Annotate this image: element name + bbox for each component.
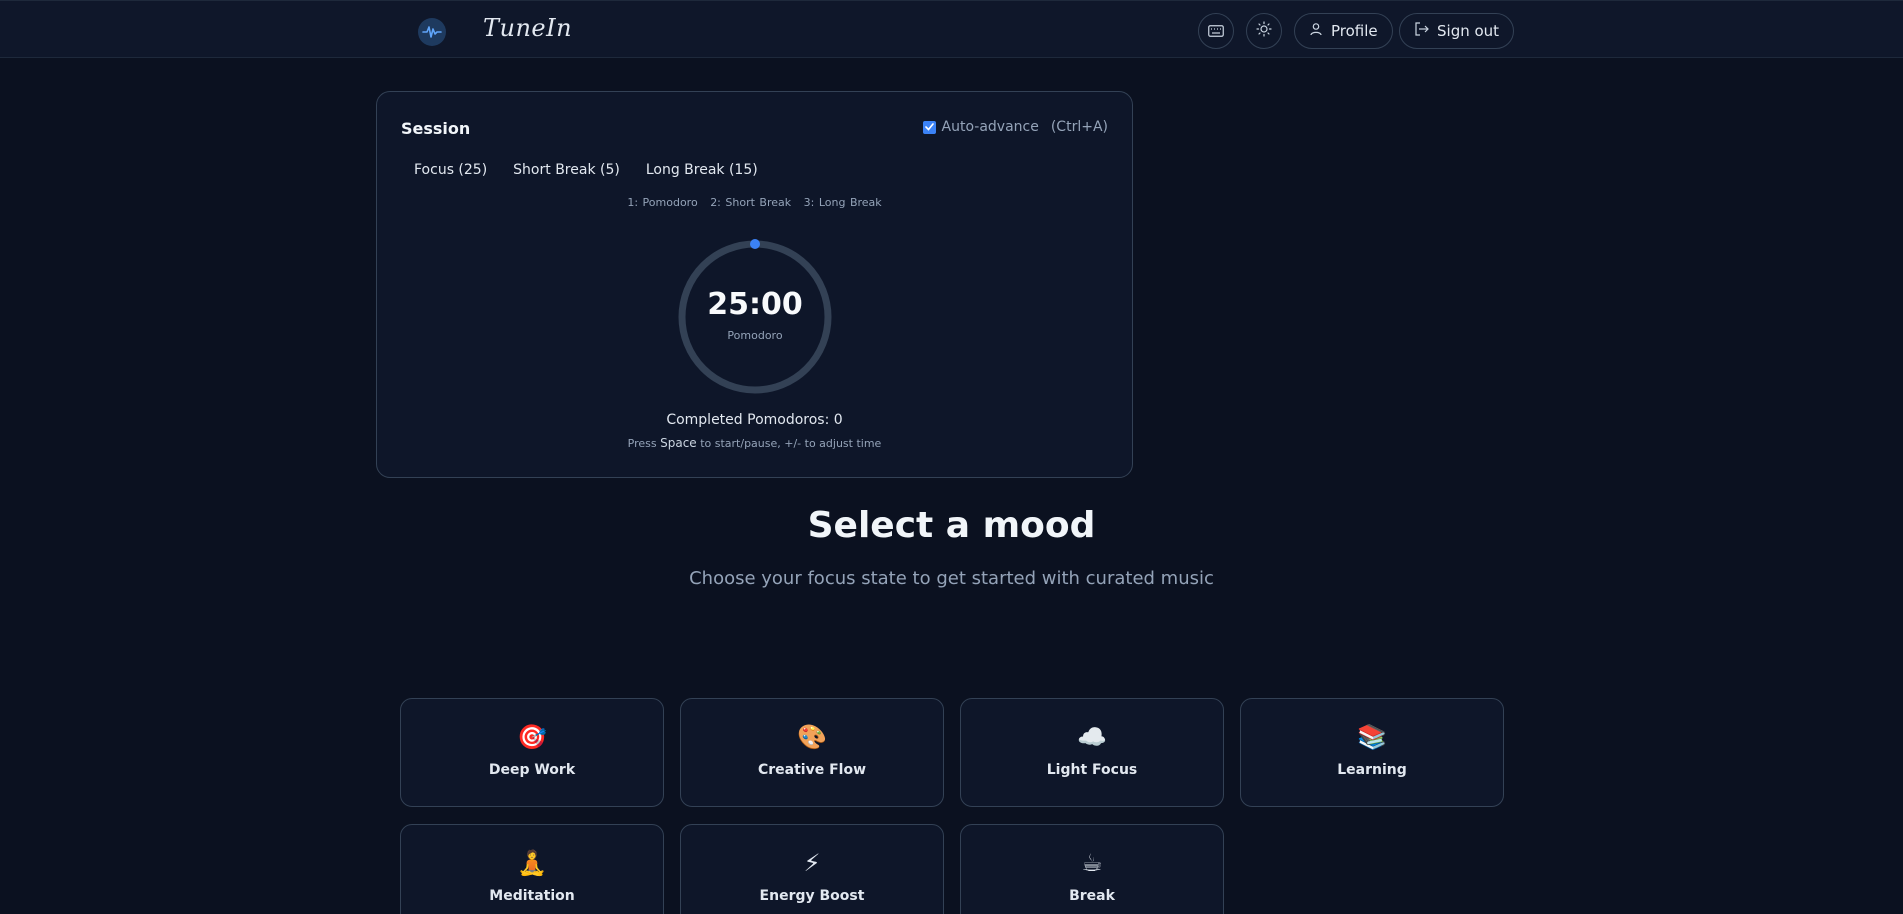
mood-label: Creative Flow (757, 762, 867, 778)
keyboard-hint: Press Space to start/pause, +/- to adjus… (377, 436, 1132, 450)
auto-advance-label: Auto-advance (941, 119, 1039, 135)
coffee-icon: ☕ (1081, 849, 1103, 877)
meditation-icon: 🧘 (517, 849, 547, 877)
shortcut-pomodoro: 1: Pomodoro (627, 196, 698, 209)
mood-card-break[interactable]: ☕ Break (960, 824, 1224, 914)
mood-label: Break (1069, 888, 1115, 904)
mood-card-deep-work[interactable]: 🎯 Deep Work (400, 698, 664, 807)
session-title: Session (401, 119, 471, 138)
cloud-icon: ☁️ (1077, 723, 1107, 751)
logo-waveform-icon[interactable] (418, 18, 446, 46)
shortcut-long-break: 3: Long Break (803, 196, 882, 209)
mood-label: Meditation (489, 888, 575, 904)
sign-out-button[interactable]: Sign out (1399, 13, 1515, 49)
lightning-icon: ⚡ (803, 849, 821, 877)
palette-icon: 🎨 (797, 723, 827, 751)
auto-advance-toggle[interactable]: Auto-advance (Ctrl+A) (922, 119, 1108, 135)
timer-progress-knob (750, 239, 760, 249)
session-mode-tabs: Focus (25) Short Break (5) Long Break (1… (401, 162, 771, 178)
timer-dial[interactable]: 25:00 Pomodoro (677, 239, 833, 395)
mood-label: Light Focus (1046, 762, 1138, 778)
mood-card-learning[interactable]: 📚 Learning (1240, 698, 1504, 807)
user-icon (1309, 22, 1323, 40)
mood-subtitle: Choose your focus state to get started w… (689, 568, 1214, 589)
profile-button[interactable]: Profile (1294, 13, 1393, 49)
auto-advance-checkbox[interactable] (922, 120, 936, 134)
mode-shortcuts-hint: 1: Pomodoro 2: Short Break 3: Long Break (377, 196, 1132, 209)
tab-focus[interactable]: Focus (25) (401, 162, 500, 178)
sun-icon (1256, 21, 1272, 41)
app-root: TuneIn Profile Sign out Session Auto-adv… (0, 0, 1903, 914)
timer-mode-label: Pomodoro (727, 329, 783, 342)
mood-card-light-focus[interactable]: ☁️ Light Focus (960, 698, 1224, 807)
shortcut-short-break: 2: Short Break (710, 196, 792, 209)
target-icon: 🎯 (517, 723, 547, 751)
profile-label: Profile (1331, 22, 1378, 40)
hint-suffix: to start/pause, +/- to adjust time (700, 437, 882, 450)
hint-prefix: Press (627, 437, 657, 450)
hint-key: Space (660, 436, 697, 450)
theme-toggle-button[interactable] (1246, 13, 1282, 49)
keyboard-shortcuts-button[interactable] (1198, 13, 1234, 49)
brand-name[interactable]: TuneIn (483, 14, 572, 42)
top-header: TuneIn Profile Sign out (0, 0, 1903, 58)
mood-card-energy-boost[interactable]: ⚡ Energy Boost (680, 824, 944, 914)
books-icon: 📚 (1357, 723, 1387, 751)
keyboard-icon (1208, 22, 1224, 41)
mood-label: Learning (1337, 762, 1407, 778)
sign-out-label: Sign out (1437, 22, 1500, 40)
log-out-icon (1414, 22, 1429, 40)
mood-label: Deep Work (488, 762, 576, 778)
timer-value: 25:00 (707, 287, 803, 322)
mood-title: Select a mood (807, 505, 1096, 546)
mood-label: Energy Boost (759, 888, 865, 904)
auto-advance-shortcut: (Ctrl+A) (1050, 119, 1108, 135)
mood-card-creative-flow[interactable]: 🎨 Creative Flow (680, 698, 944, 807)
session-card: Session Auto-advance (Ctrl+A) Focus (25)… (376, 91, 1133, 478)
tab-short-break[interactable]: Short Break (5) (500, 162, 633, 178)
tab-long-break[interactable]: Long Break (15) (633, 162, 771, 178)
completed-pomodoros: Completed Pomodoros: 0 (666, 412, 843, 428)
mood-card-meditation[interactable]: 🧘 Meditation (400, 824, 664, 914)
